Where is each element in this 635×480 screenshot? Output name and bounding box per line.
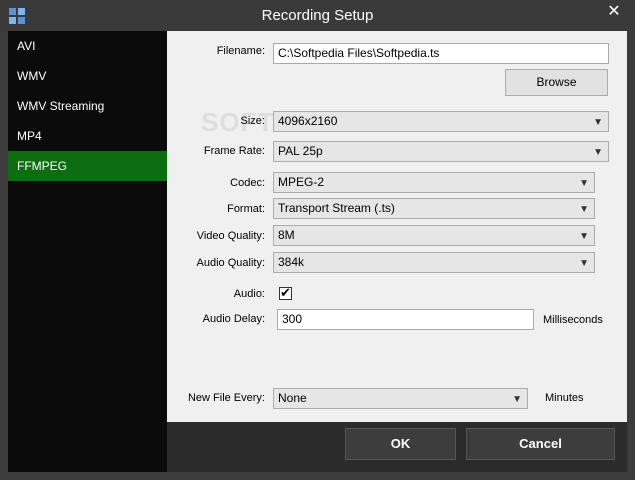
framerate-label: Frame Rate: bbox=[203, 145, 265, 157]
framerate-select-value: PAL 25p bbox=[278, 144, 323, 158]
ok-button[interactable]: OK bbox=[345, 428, 456, 460]
cancel-button[interactable]: Cancel bbox=[466, 428, 615, 460]
videoquality-label: Video Quality: bbox=[196, 230, 265, 242]
codec-select[interactable]: MPEG-2 ▼ bbox=[273, 172, 595, 193]
codec-select-value: MPEG-2 bbox=[278, 175, 325, 189]
audio-checkbox[interactable]: ✔ bbox=[279, 285, 292, 300]
dialog-footer: OK Cancel bbox=[167, 422, 627, 472]
chevron-down-icon: ▼ bbox=[579, 258, 589, 269]
format-sidebar: AVI WMV WMV Streaming MP4 FFMPEG bbox=[8, 31, 167, 472]
format-select-value: Transport Stream (.ts) bbox=[278, 201, 395, 215]
newfile-select-value: None bbox=[278, 391, 307, 405]
filename-input[interactable]: C:\Softpedia Files\Softpedia.ts bbox=[273, 43, 609, 64]
audioquality-select-value: 384k bbox=[278, 255, 305, 269]
audiodelay-unit: Milliseconds bbox=[543, 314, 603, 326]
codec-label: Codec: bbox=[230, 177, 265, 189]
format-label: Format: bbox=[227, 203, 265, 215]
title-bar[interactable]: Recording Setup ✕ bbox=[0, 0, 635, 31]
chevron-down-icon: ▼ bbox=[593, 117, 603, 128]
settings-panel: Filename: C:\Softpedia Files\Softpedia.t… bbox=[167, 31, 627, 422]
newfile-unit: Minutes bbox=[545, 392, 584, 404]
chevron-down-icon: ▼ bbox=[579, 231, 589, 242]
recording-setup-window: Recording Setup ✕ AVI WMV WMV Streaming … bbox=[0, 0, 635, 480]
audiodelay-label: Audio Delay: bbox=[202, 313, 265, 325]
newfile-select[interactable]: None ▼ bbox=[273, 388, 528, 409]
framerate-select[interactable]: PAL 25p ▼ bbox=[273, 141, 609, 162]
browse-button[interactable]: Browse bbox=[505, 69, 608, 96]
filename-label: Filename: bbox=[216, 45, 265, 57]
format-select[interactable]: Transport Stream (.ts) ▼ bbox=[273, 198, 595, 219]
audioquality-label: Audio Quality: bbox=[196, 257, 265, 269]
checkmark-icon: ✔ bbox=[280, 285, 291, 300]
window-title: Recording Setup bbox=[261, 7, 374, 24]
chevron-down-icon: ▼ bbox=[593, 147, 603, 158]
audiodelay-input[interactable]: 300 bbox=[277, 309, 534, 330]
sidebar-item-wmv[interactable]: WMV bbox=[8, 61, 167, 91]
size-select[interactable]: 4096x2160 ▼ bbox=[273, 111, 609, 132]
newfile-label: New File Every: bbox=[187, 392, 265, 404]
chevron-down-icon: ▼ bbox=[512, 394, 522, 405]
chevron-down-icon: ▼ bbox=[579, 178, 589, 189]
audio-label: Audio: bbox=[233, 288, 265, 300]
videoquality-select[interactable]: 8M ▼ bbox=[273, 225, 595, 246]
chevron-down-icon: ▼ bbox=[579, 204, 589, 215]
videoquality-select-value: 8M bbox=[278, 228, 295, 242]
size-select-value: 4096x2160 bbox=[278, 114, 338, 128]
close-icon[interactable]: ✕ bbox=[601, 2, 627, 22]
audioquality-select[interactable]: 384k ▼ bbox=[273, 252, 595, 273]
size-label: Size: bbox=[240, 115, 265, 127]
